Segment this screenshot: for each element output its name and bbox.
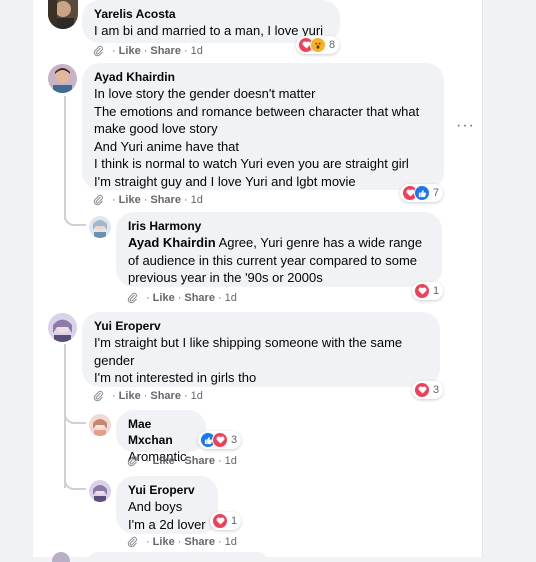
avatar[interactable] [48, 313, 77, 342]
reaction-count: 3 [231, 434, 238, 446]
comment-text-line: of audience in this current year compare… [128, 252, 418, 268]
reaction-count: 1 [433, 285, 440, 297]
comment-text: I am bi and married to a man, I love yur… [94, 23, 324, 38]
thread-line-branch [64, 206, 86, 226]
thread-line-branch [64, 470, 86, 490]
reaction-count: 8 [329, 39, 336, 51]
commenter-name[interactable]: Yarelis Acosta [94, 6, 328, 22]
comment-actions: · Like · Share · 1d [127, 535, 237, 549]
share-button[interactable]: Share [184, 535, 215, 549]
commenter-name[interactable]: Ayad Khairdin [94, 69, 432, 85]
avatar[interactable] [48, 0, 78, 29]
wow-icon [310, 37, 326, 53]
reaction-summary[interactable]: 8 [296, 36, 340, 54]
reply-bubble: Mae Mxchan Aromantic- [116, 410, 206, 464]
thread-line [64, 96, 66, 220]
reaction-summary[interactable]: 7 [400, 184, 444, 202]
like-icon [414, 185, 430, 201]
timestamp[interactable]: 1d [225, 454, 237, 468]
commenter-name[interactable]: Mae Mxchan [128, 416, 194, 448]
comment-text-line: And boys [128, 499, 183, 514]
reaction-summary[interactable]: 1 [412, 282, 444, 300]
comment-bubble: Yui Eroperv I'm straight but I like ship… [82, 312, 440, 387]
reaction-count: 7 [433, 187, 440, 199]
reaction-summary[interactable]: 1 [210, 512, 242, 530]
timestamp[interactable]: 1d [225, 291, 237, 305]
attachment-icon [93, 194, 103, 206]
mention-link[interactable]: Ayad Khairdin [128, 235, 216, 250]
like-button[interactable]: Like [119, 389, 141, 403]
attachment-icon [127, 536, 137, 548]
comment-text-line: And Yuri anime have that [94, 138, 240, 154]
like-button[interactable]: Like [153, 535, 175, 549]
reaction-count: 1 [231, 515, 238, 527]
love-icon [414, 283, 430, 299]
love-icon [212, 513, 228, 529]
timestamp[interactable]: 1d [191, 44, 203, 58]
comment-text-line: The emotions and romance between charact… [94, 103, 420, 119]
comment-text-line: I think is normal to watch Yuri even you… [94, 156, 409, 171]
comment-actions: · Like · Share · 1d [93, 44, 203, 58]
comment-text-line: gender [94, 352, 135, 368]
timestamp[interactable]: 1d [225, 535, 237, 549]
like-button[interactable]: Like [153, 291, 175, 305]
divider [482, 0, 483, 557]
avatar[interactable] [89, 216, 111, 238]
attachment-icon [127, 292, 137, 304]
reaction-summary[interactable]: 3 [198, 431, 242, 449]
reaction-summary[interactable]: 3 [412, 381, 444, 399]
reply-bubble: Yui Eroperv And boys I'm a 2d lover [116, 476, 218, 534]
timestamp[interactable]: 1d [191, 389, 203, 403]
share-button[interactable]: Share [184, 291, 215, 305]
comment-actions: · Like · Share · 1d [93, 389, 203, 403]
comment-text-line: In love story the gender doesn't matter [94, 86, 316, 101]
comment-text-line: Ayad Khairdin Agree, Yuri genre has a wi… [128, 235, 423, 250]
avatar[interactable] [48, 64, 77, 93]
more-horizontal-icon[interactable]: ··· [456, 118, 475, 134]
reaction-count: 3 [433, 384, 440, 396]
commenter-name[interactable]: Yui Eroperv [128, 482, 206, 498]
reply-bubble: Iris Harmony Ayad Khairdin Agree, Yuri g… [116, 212, 442, 287]
comment-text-line: I'm not interested in girls tho [94, 370, 257, 385]
thread-line-branch [64, 404, 86, 424]
comment-actions: · Like · Share · 1d [127, 291, 237, 305]
comment-text-line: I'm straight but I like shipping someone… [94, 335, 403, 350]
share-button[interactable]: Share [150, 193, 181, 207]
avatar[interactable] [89, 414, 111, 436]
like-button[interactable]: Like [119, 193, 141, 207]
share-button[interactable]: Share [150, 44, 181, 58]
love-icon [212, 432, 228, 448]
share-button[interactable]: Share [150, 389, 181, 403]
like-button[interactable]: Like [153, 454, 175, 468]
comment-text-line: previous year in the '90s or 2000s [128, 270, 323, 285]
comment-bubble: Ayad Khairdin In love story the gender d… [82, 63, 444, 190]
timestamp[interactable]: 1d [191, 193, 203, 207]
share-button[interactable]: Share [184, 454, 215, 468]
commenter-name[interactable]: Yui Eroperv [94, 318, 428, 334]
comment-text-line: I'm straight guy and I love Yuri and lgb… [94, 173, 356, 189]
attachment-icon [93, 45, 103, 57]
comment-bubble [88, 552, 268, 562]
comment-text-line: I'm a 2d lover [128, 516, 206, 532]
comment-actions: · Like · Share · 1d [127, 454, 237, 468]
love-icon [414, 382, 430, 398]
attachment-icon [127, 455, 137, 467]
attachment-icon [93, 390, 103, 402]
commenter-name[interactable]: Iris Harmony [128, 218, 430, 234]
avatar[interactable] [89, 480, 111, 502]
comment-text-line: make good love story [94, 121, 218, 136]
like-button[interactable]: Like [119, 44, 141, 58]
comment-actions: · Like · Share · 1d [93, 193, 203, 207]
